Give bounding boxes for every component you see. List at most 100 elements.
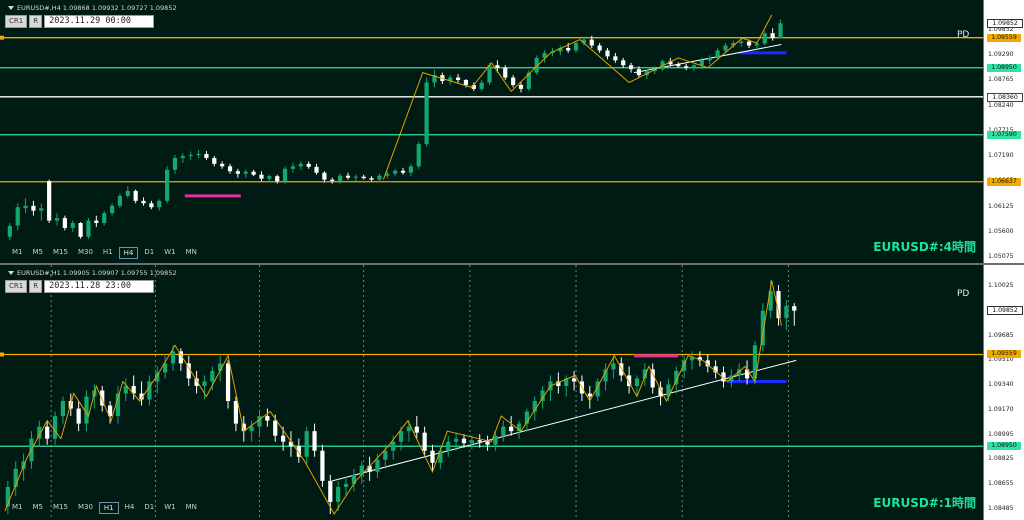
timeframe-h1[interactable]: H1 bbox=[99, 247, 117, 259]
r-button[interactable]: R bbox=[29, 280, 43, 293]
timeframe-d1[interactable]: D1 bbox=[140, 502, 158, 514]
timeframe-m1[interactable]: M1 bbox=[8, 247, 27, 259]
dropdown-triangle-icon[interactable] bbox=[8, 6, 14, 10]
candle bbox=[416, 141, 421, 169]
candle-body bbox=[723, 45, 728, 51]
timeframe-mn[interactable]: MN bbox=[182, 502, 201, 514]
candle-body bbox=[770, 33, 775, 39]
timeframe-mn[interactable]: MN bbox=[182, 247, 201, 259]
candle-body bbox=[47, 181, 52, 221]
candle-body bbox=[501, 426, 506, 436]
timeframe-m5[interactable]: M5 bbox=[29, 247, 48, 259]
candle-body bbox=[754, 43, 760, 46]
price-tick-label: 1.06125 bbox=[988, 202, 1014, 210]
candle-body bbox=[479, 82, 484, 89]
h1-symbol-text: EURUSD#,H1 1.09905 1.09907 1.09755 1.098… bbox=[17, 269, 177, 277]
timeframe-w1[interactable]: W1 bbox=[160, 247, 179, 259]
candle-body bbox=[290, 166, 296, 169]
candle-body bbox=[7, 225, 12, 237]
h4-timeframe-bar: M1 M5 M15 M30 H1 H4 D1 W1 MN bbox=[8, 247, 201, 259]
price-tick-label: 1.10025 bbox=[988, 282, 1014, 289]
candle-body bbox=[125, 190, 130, 196]
timeframe-d1[interactable]: D1 bbox=[140, 247, 158, 259]
level-price-label: 1.08360 bbox=[987, 92, 1023, 102]
candle-body bbox=[485, 441, 490, 445]
candle-body bbox=[328, 480, 333, 502]
candle-body bbox=[739, 41, 744, 44]
candle-body bbox=[117, 195, 123, 206]
current-price-label: 1.09852 bbox=[987, 19, 1023, 29]
candle-body bbox=[78, 223, 83, 237]
candle bbox=[487, 62, 492, 85]
level-price-label: 1.08950 bbox=[987, 63, 1021, 72]
candle-body bbox=[589, 39, 594, 46]
candle-body bbox=[454, 438, 459, 442]
h1-symbol-info: EURUSD#,H1 1.09905 1.09907 1.09755 1.098… bbox=[8, 269, 177, 277]
candle-body bbox=[157, 200, 162, 208]
candle bbox=[78, 222, 83, 239]
cr1-button[interactable]: CR1 bbox=[5, 280, 28, 293]
timeframe-m1[interactable]: M1 bbox=[8, 502, 27, 514]
timeframe-m30[interactable]: M30 bbox=[74, 247, 97, 259]
crosshair-time-readout: 2023.11.29 00:00 bbox=[44, 15, 155, 28]
timeframe-m30[interactable]: M30 bbox=[74, 502, 97, 514]
timeframe-m5[interactable]: M5 bbox=[29, 502, 48, 514]
candle bbox=[424, 77, 429, 147]
timeframe-m15[interactable]: M15 bbox=[49, 247, 72, 259]
dropdown-triangle-icon[interactable] bbox=[8, 271, 14, 275]
candle-body bbox=[109, 205, 115, 214]
timeframe-h1[interactable]: H1 bbox=[98, 502, 119, 514]
candle-body bbox=[60, 401, 66, 417]
candle-body bbox=[306, 163, 311, 167]
candle-body bbox=[613, 56, 618, 61]
candle-body bbox=[338, 175, 343, 182]
candle-body bbox=[52, 416, 58, 439]
cr1-button[interactable]: CR1 bbox=[5, 15, 28, 28]
candle bbox=[282, 166, 288, 184]
h1-timeframe-bar: M1 M5 M15 M30 H1 H4 D1 W1 MN bbox=[8, 502, 201, 514]
candle-body bbox=[180, 155, 185, 158]
candle-body bbox=[361, 176, 366, 179]
price-tick-label: 1.09340 bbox=[988, 381, 1014, 389]
candle-body bbox=[172, 157, 178, 170]
candle-body bbox=[133, 190, 138, 201]
candle-body bbox=[243, 171, 248, 174]
timeframe-m15[interactable]: M15 bbox=[49, 502, 72, 514]
candle-body bbox=[518, 84, 524, 89]
level-price-label: 1.09559 bbox=[987, 33, 1021, 42]
candle-body bbox=[62, 218, 67, 228]
candle-body bbox=[275, 176, 280, 182]
candle-body bbox=[204, 153, 209, 158]
h1-price-chart[interactable] bbox=[0, 265, 983, 520]
candle-body bbox=[477, 440, 482, 442]
candle-body bbox=[39, 208, 44, 211]
candle-body bbox=[351, 474, 356, 484]
candle-body bbox=[202, 381, 207, 386]
candle-body bbox=[312, 431, 317, 451]
h4-chart-panel[interactable]: EURUSD#,H4 1.09868 1.09932 1.09727 1.098… bbox=[0, 0, 1024, 263]
h1-chart-panel[interactable]: EURUSD#,H1 1.09905 1.09907 1.09755 1.098… bbox=[0, 265, 1024, 520]
candle-body bbox=[210, 370, 215, 382]
candle-body bbox=[503, 67, 508, 78]
r-button[interactable]: R bbox=[29, 15, 43, 28]
h4-pd-label: PD bbox=[957, 30, 970, 40]
candle-body bbox=[509, 426, 514, 432]
h4-chart-title: EURUSD#:4時間 bbox=[873, 240, 976, 254]
timeframe-h4[interactable]: H4 bbox=[121, 502, 139, 514]
candle-body bbox=[282, 168, 288, 182]
candle-body bbox=[446, 441, 451, 451]
candle-body bbox=[566, 47, 571, 51]
candle-body bbox=[744, 369, 750, 379]
h4-price-chart[interactable] bbox=[0, 0, 983, 263]
level-anchor-marker bbox=[0, 35, 4, 40]
candle-body bbox=[408, 166, 413, 173]
candle-body bbox=[235, 171, 240, 174]
candle-body bbox=[684, 66, 689, 68]
candle bbox=[320, 444, 325, 487]
candle-body bbox=[170, 351, 176, 364]
candle-body bbox=[45, 426, 50, 439]
candle-body bbox=[715, 50, 720, 58]
timeframe-w1[interactable]: W1 bbox=[160, 502, 179, 514]
candle-body bbox=[628, 65, 634, 70]
timeframe-h4[interactable]: H4 bbox=[118, 247, 139, 259]
